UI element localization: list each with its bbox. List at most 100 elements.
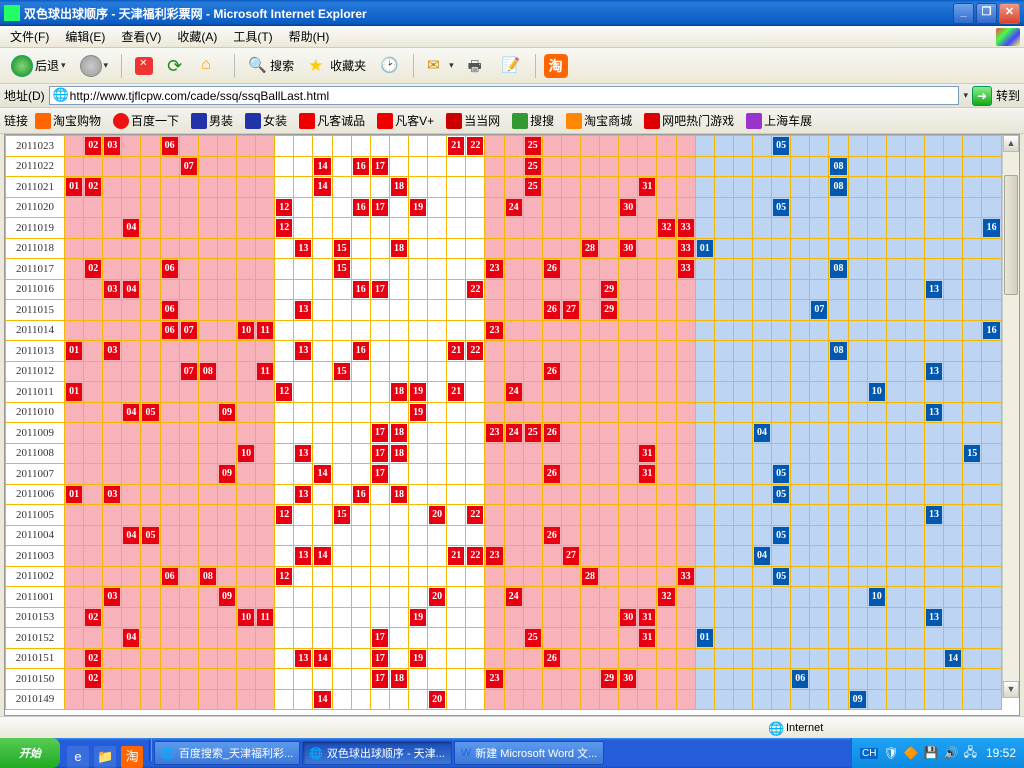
tray-shield-icon[interactable]: 🛡 <box>883 746 898 760</box>
print-button[interactable]: 🖶 <box>463 53 493 79</box>
red-cell-19 <box>409 218 428 239</box>
mail-button[interactable]: ✉▾ <box>422 53 459 79</box>
red-cell-28 <box>581 320 600 341</box>
history-button[interactable]: 🕑 <box>375 53 405 79</box>
red-cell-19: 19 <box>409 648 428 669</box>
refresh-button[interactable]: ⟳ <box>162 53 192 79</box>
minimize-button[interactable]: _ <box>953 3 974 24</box>
red-cell-13 <box>294 402 313 423</box>
start-button[interactable]: 开始 <box>0 738 60 768</box>
red-cell-11 <box>256 382 275 403</box>
taobao-icon[interactable]: 淘 <box>544 54 568 78</box>
link-vanclplus[interactable]: 凡客V+ <box>372 110 439 131</box>
stop-button[interactable] <box>130 54 158 78</box>
link-autoshow[interactable]: 上海车展 <box>741 110 817 131</box>
red-cell-26 <box>542 136 561 157</box>
home-button[interactable]: ⌂ <box>196 53 226 79</box>
red-cell-6 <box>160 443 179 464</box>
system-tray[interactable]: CH 🛡 🔶 💾 🔊 🖧 19:52 <box>851 738 1024 768</box>
red-cell-3 <box>103 156 122 177</box>
blue-cell-10 <box>867 525 886 546</box>
red-cell-32 <box>657 525 676 546</box>
blue-cell-12 <box>905 525 924 546</box>
blue-cell-13: 13 <box>924 279 943 300</box>
tray-av-icon[interactable]: 🔶 <box>904 746 919 760</box>
link-netbar[interactable]: 网吧热门游戏 <box>639 110 739 131</box>
scroll-up-button[interactable]: ▲ <box>1003 135 1019 152</box>
red-cell-28 <box>581 443 600 464</box>
blue-cell-11 <box>886 402 905 423</box>
blue-cell-11 <box>886 238 905 259</box>
tray-volume-icon[interactable]: 🔊 <box>944 746 959 760</box>
red-ball: 22 <box>467 342 483 360</box>
red-cell-31 <box>638 279 657 300</box>
close-button[interactable]: ✕ <box>999 3 1020 24</box>
back-button[interactable]: 后退▾ <box>6 52 71 80</box>
red-cell-1 <box>65 546 84 567</box>
quicklaunch-taobao[interactable]: 淘 <box>121 746 143 768</box>
restore-button[interactable]: ❐ <box>976 3 997 24</box>
red-cell-20 <box>428 566 447 587</box>
scroll-down-button[interactable]: ▼ <box>1003 681 1019 698</box>
blue-cell-3 <box>733 136 752 157</box>
vertical-scrollbar[interactable]: ▲ ▼ <box>1002 135 1019 698</box>
blue-cell-13 <box>924 136 943 157</box>
blue-cell-3 <box>733 464 752 485</box>
link-womenswear[interactable]: 女装 <box>240 110 292 131</box>
menu-help[interactable]: 帮助(H) <box>283 26 336 47</box>
red-cell-12 <box>275 464 294 485</box>
page-viewport[interactable]: 2011023020306212225052011022071416172508… <box>5 135 1002 715</box>
red-cell-26 <box>542 546 561 567</box>
menu-file[interactable]: 文件(F) <box>4 26 55 47</box>
scroll-thumb[interactable] <box>1004 175 1018 295</box>
go-button[interactable]: ➜ <box>972 86 992 106</box>
red-cell-4: 04 <box>122 628 141 649</box>
menu-edit[interactable]: 编辑(E) <box>59 26 111 47</box>
red-cell-31 <box>638 669 657 690</box>
task-word[interactable]: W新建 Microsoft Word 文... <box>454 741 604 765</box>
red-ball: 02 <box>85 178 101 196</box>
red-ball: 02 <box>85 650 101 668</box>
task-baidu[interactable]: 🌐百度搜索_天津福利彩... <box>154 741 300 765</box>
link-taobao[interactable]: 淘宝购物 <box>30 110 106 131</box>
red-cell-25 <box>523 279 542 300</box>
menu-view[interactable]: 查看(V) <box>115 26 167 47</box>
task-lottery[interactable]: 🌐双色球出球顺序 - 天津... <box>302 741 452 765</box>
search-button[interactable]: 🔍搜索 <box>243 53 299 79</box>
red-cell-5 <box>141 566 160 587</box>
link-tmall[interactable]: 淘宝商城 <box>561 110 637 131</box>
menu-tools[interactable]: 工具(T) <box>227 26 278 47</box>
quicklaunch-explorer[interactable]: 📁 <box>94 746 116 768</box>
period-cell: 2011010 <box>6 402 65 423</box>
red-cell-6 <box>160 238 179 259</box>
red-ball: 04 <box>123 404 139 422</box>
red-cell-29 <box>600 628 619 649</box>
menu-favorites[interactable]: 收藏(A) <box>171 26 223 47</box>
red-cell-10 <box>237 341 256 362</box>
forward-button[interactable]: ▾ <box>75 52 114 80</box>
address-input[interactable] <box>49 86 960 105</box>
quicklaunch-ie[interactable]: e <box>67 746 89 768</box>
blue-cell-14 <box>944 607 963 628</box>
red-cell-15 <box>332 382 351 403</box>
tray-network-icon[interactable]: 🖧 <box>964 743 977 764</box>
red-ball: 15 <box>334 240 350 258</box>
red-ball: 21 <box>448 383 464 401</box>
edit-button[interactable]: 📝 <box>497 53 527 79</box>
favorites-button[interactable]: ★收藏夹 <box>303 53 371 79</box>
red-cell-31: 31 <box>638 177 657 198</box>
link-menswear[interactable]: 男装 <box>186 110 238 131</box>
link-dangdang[interactable]: 当当网 <box>441 110 505 131</box>
tray-disk-icon[interactable]: 💾 <box>924 746 939 760</box>
address-dropdown[interactable]: ▾ <box>963 90 968 101</box>
blue-cell-10 <box>867 238 886 259</box>
red-cell-33 <box>676 341 695 362</box>
link-vancl[interactable]: 凡客诚品 <box>294 110 370 131</box>
link-baidu[interactable]: 百度一下 <box>108 110 184 131</box>
clock[interactable]: 19:52 <box>986 746 1016 760</box>
red-cell-9 <box>217 648 236 669</box>
link-soso[interactable]: 搜搜 <box>507 110 559 131</box>
blue-cell-10 <box>867 259 886 280</box>
tray-ime-icon[interactable]: CH <box>860 748 878 759</box>
red-cell-30 <box>619 156 638 177</box>
